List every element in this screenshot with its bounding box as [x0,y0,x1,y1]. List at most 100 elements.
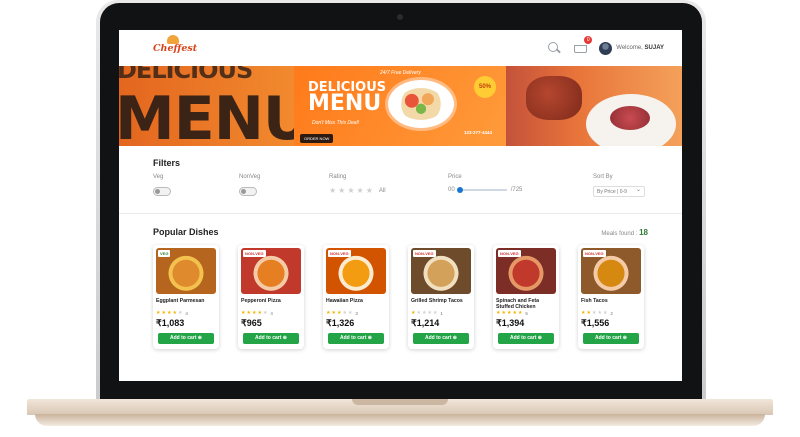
dish-image[interactable]: NON-VEG [496,248,556,294]
meals-found-count: 18 [639,227,648,237]
star-icon: ★ [326,310,331,316]
meals-found: Meals found : 18 [601,228,648,237]
price-min: 00 [448,187,455,193]
dish-card[interactable]: NON-VEG Hawaiian Pizza ★ ★ ★ ★ ★ 3 ₹1,326 Add… [323,245,389,349]
dish-card[interactable]: NON-VEG Grilled Shrimp Tacos ★ ★ ★ ★ ★ 1 ₹1,2… [408,245,474,349]
dish-image[interactable]: NON-VEG [241,248,301,294]
nonveg-toggle[interactable] [239,187,257,196]
add-to-cart-button[interactable]: Add to cart ⊕ [583,333,639,344]
banner-right-meat [610,106,650,130]
dish-image[interactable]: NON-VEG [326,248,386,294]
dish-name: Hawaiian Pizza [326,298,363,304]
laptop-notch [352,399,448,405]
banner-title-2: MENU [308,91,382,117]
dish-tag: NON-VEG [243,250,266,257]
camera-icon [397,14,403,20]
add-to-cart-label: Add to cart [255,335,282,341]
banner-food [398,88,444,120]
veg-toggle[interactable] [153,187,171,196]
star-icon: ★ [262,310,268,316]
user-menu[interactable]: Welcome, SUJAY [599,41,664,55]
star-icon[interactable]: ★ [366,187,373,195]
rating-value: 3 [355,311,358,316]
banner-delivery: 24/7 Free Delivery [380,70,421,76]
filter-rating: Rating ★ ★ ★ ★ ★ All [329,174,386,195]
dish-image[interactable]: NON-VEG [581,248,641,294]
dish-card[interactable]: NON-VEG Pepperoni Pizza ★ ★ ★ ★ ★ 4 ₹965 Add … [238,245,304,349]
welcome-text: Welcome, SUJAY [616,45,664,51]
star-icon[interactable]: ★ [338,187,345,195]
dish-card[interactable]: NON-VEG Fish Tacos ★ ★ ★ ★ ★ 2 ₹1,556 Add to … [578,245,644,349]
logo-text: Cheffest [153,42,198,54]
dish-rating: ★ ★ ★ ★ ★ 2 [581,310,641,317]
star-icon: ★ [416,310,421,316]
dish-rating: ★ ★ ★ ★ ★ 3 [326,310,386,317]
add-to-cart-button[interactable]: Add to cart ⊕ [243,333,299,344]
cart-icon[interactable]: 0 [573,36,593,55]
app-header: Cheffest 0 Welcome, SUJAY [119,30,682,66]
star-icon[interactable]: ★ [357,187,364,195]
rating-value: 2 [610,311,613,316]
add-to-cart-button[interactable]: Add to cart ⊕ [328,333,384,344]
plus-icon: ⊕ [197,335,202,341]
star-icon: ★ [161,310,166,316]
add-to-cart-button[interactable]: Add to cart ⊕ [413,333,469,344]
banner-left-word-1: DELICIOUS [119,66,253,84]
promo-banner[interactable]: DELICIOUS MENU DELICIOUS MENU Don't Miss… [119,66,682,146]
banner-left: DELICIOUS MENU [119,66,294,146]
dish-image[interactable]: VEG [156,248,216,294]
star-icon[interactable]: ★ [329,187,336,195]
chef-hat-icon [167,34,179,44]
banner-title: DELICIOUS MENU [308,81,386,117]
banner-phone: 123-277-4444 [464,130,493,135]
banner-right-food [526,76,582,120]
dish-price: ₹1,394 [496,318,525,328]
add-to-cart-label: Add to cart [425,335,452,341]
dish-name: Fish Tacos [581,298,608,304]
star-icon: ★ [342,310,347,316]
cart-badge: 0 [584,36,593,44]
add-to-cart-button[interactable]: Add to cart ⊕ [498,333,554,344]
price-slider-handle[interactable] [456,187,463,193]
dish-image[interactable]: NON-VEG [411,248,471,294]
rating-value: 4 [270,311,273,316]
dish-card[interactable]: NON-VEG Spinach and Feta Stuffed Chicken… [493,245,559,349]
star-icon: ★ [166,310,172,316]
sort-select[interactable]: By Price | 0-9 [593,186,645,197]
star-icon: ★ [336,310,342,316]
add-to-cart-button[interactable]: Add to cart ⊕ [158,333,214,344]
price-slider[interactable] [456,187,507,193]
filter-nonveg: NonVeg [239,174,260,196]
star-icon: ★ [421,310,427,316]
star-icon: ★ [586,310,591,316]
add-to-cart-label: Add to cart [510,335,537,341]
dish-price: ₹965 [241,318,262,328]
filter-veg: Veg [153,174,171,196]
rating-all-label: All [378,188,386,194]
star-icon: ★ [172,310,177,316]
dish-name: Spinach and Feta Stuffed Chicken [496,298,539,310]
dish-card[interactable]: VEG Eggplant Parmesan ★ ★ ★ ★ ★ 4 ₹1,083 Add … [153,245,219,349]
star-icon: ★ [597,310,602,316]
order-now-button[interactable]: ORDER NOW [300,134,334,143]
dish-rating: ★ ★ ★ ★ ★ 4 [241,310,301,317]
dish-rating: ★ ★ ★ ★ ★ 4 [156,310,216,317]
star-icon: ★ [246,310,251,316]
filter-sort-label: Sort By [593,174,613,180]
banner-subtitle: Don't Miss This Deal! [312,120,360,126]
dish-price: ₹1,326 [326,318,355,328]
plus-icon: ⊕ [282,335,287,341]
avatar [599,41,613,55]
header-actions: 0 Welcome, SUJAY [547,36,664,55]
logo[interactable]: Cheffest [153,34,198,54]
dish-price: ₹1,214 [411,318,440,328]
star-icon: ★ [257,310,262,316]
search-icon[interactable] [547,41,561,55]
dish-tag: NON-VEG [328,250,351,257]
rating-value: 5 [525,311,528,316]
plus-icon: ⊕ [367,335,372,341]
dish-price: ₹1,083 [156,318,185,328]
rating-stars[interactable]: ★ ★ ★ ★ ★ All [329,187,386,195]
dish-tag: NON-VEG [583,250,606,257]
star-icon[interactable]: ★ [347,187,354,195]
